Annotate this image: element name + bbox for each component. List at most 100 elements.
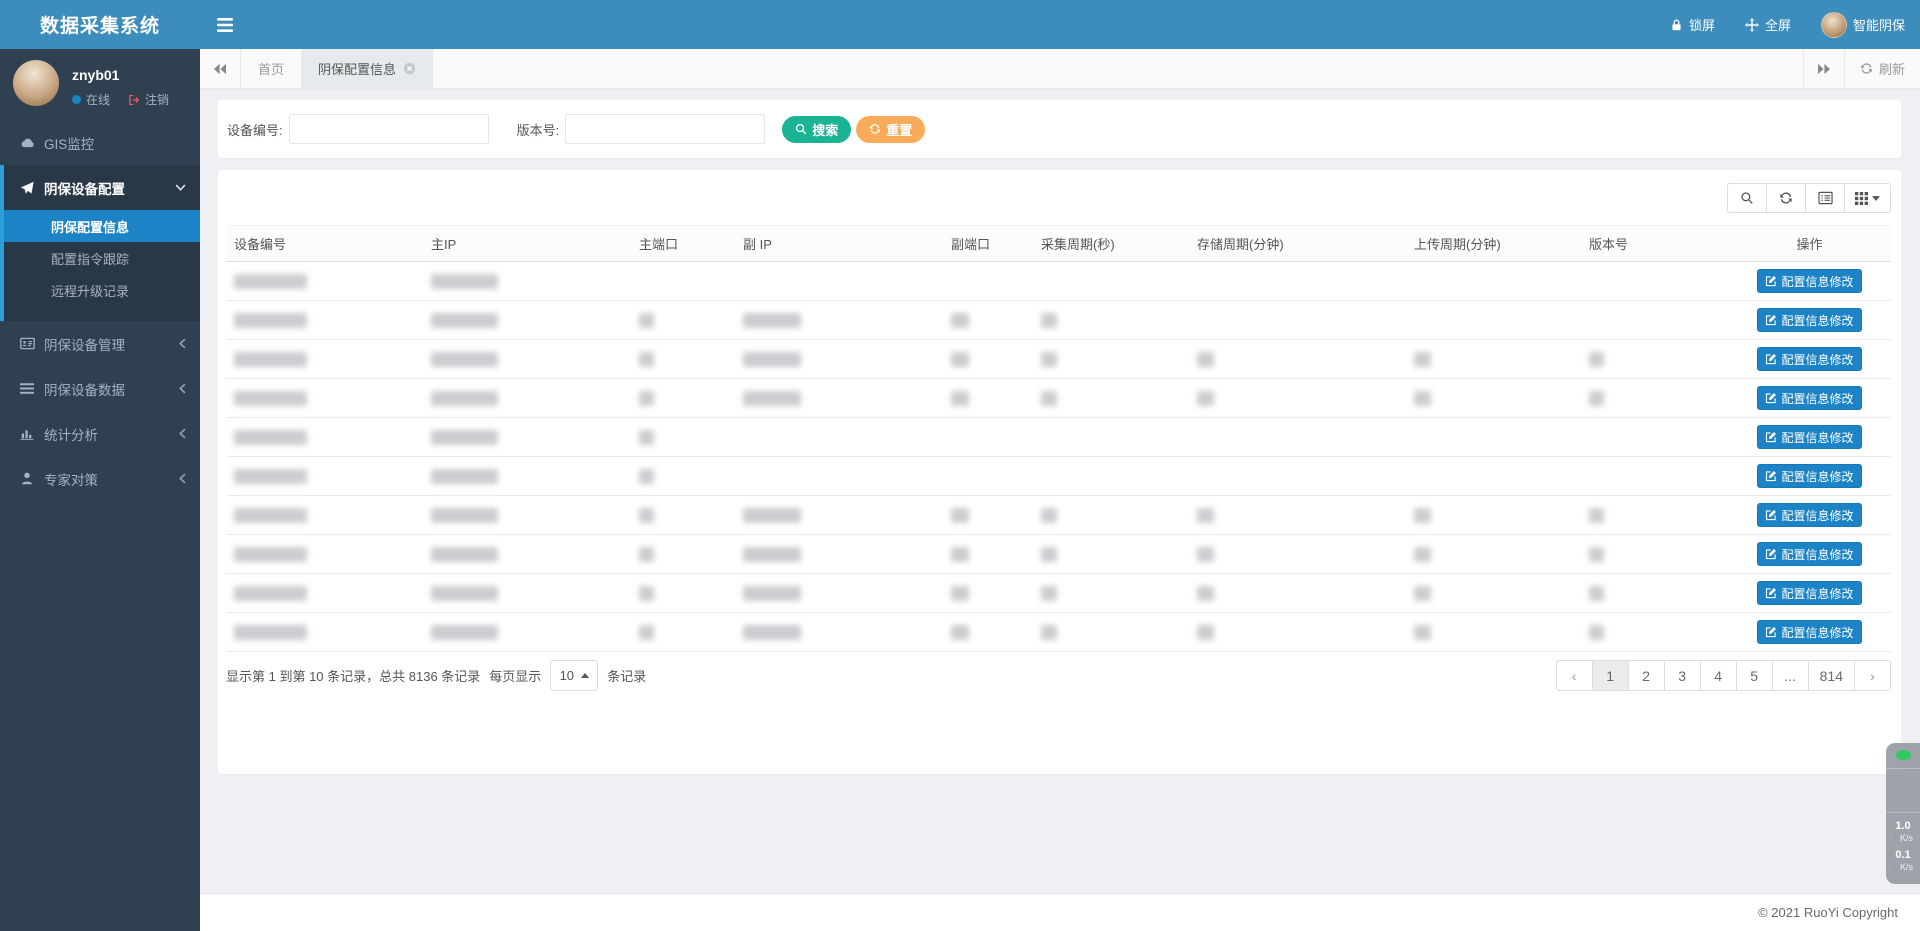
sidebar-subitem-1-2[interactable]: 远程升级记录 [4,274,200,306]
header-actions: 锁屏 全屏 智能阴保 [1655,0,1920,49]
table-cell-action: 配置信息修改 [1728,613,1891,651]
table-cell [631,457,735,495]
sidebar-toggle-button[interactable] [200,0,250,49]
double-left-arrow-icon [213,63,227,75]
page-size-select[interactable]: 10 [550,660,598,691]
main-area: 首页阴保配置信息 刷新 设备编号: 版本号: 搜索 重置 [200,49,1920,931]
table-cell [226,535,423,573]
table-cell [423,535,631,573]
table-cell [943,613,1033,651]
reset-button[interactable]: 重置 [856,116,925,143]
sidebar-item-3[interactable]: 阴保设备数据 [4,366,200,411]
tabs-scroll-left-button[interactable] [200,49,241,88]
device-number-input[interactable] [289,114,489,144]
detail-list-icon [1818,191,1833,205]
table-cell-action: 配置信息修改 [1728,457,1891,495]
table-cell [1406,574,1581,612]
table-cell [735,496,943,534]
page-button-814[interactable]: 814 [1808,660,1855,691]
sidebar-item-5[interactable]: 专家对策 [4,456,200,501]
table-cell [1581,418,1728,456]
sidebar-subitem-1-1[interactable]: 配置指令跟踪 [4,242,200,274]
page-button-...[interactable]: ... [1772,660,1809,691]
table-cell [1406,418,1581,456]
toolbar-refresh-button[interactable] [1766,183,1806,213]
data-table: 设备编号主IP主端口副 IP副端口采集周期(秒)存储周期(分钟)上传周期(分钟)… [226,225,1891,652]
tabs-scroll-right-button[interactable] [1803,49,1844,88]
redacted-cell-value [1041,313,1057,328]
tab-refresh-label: 刷新 [1879,59,1905,78]
edit-config-button[interactable]: 配置信息修改 [1757,620,1861,644]
app-logo[interactable]: 数据采集系统 [0,0,200,49]
edit-config-button[interactable]: 配置信息修改 [1757,386,1861,410]
sidebar-item-4[interactable]: 统计分析 [4,411,200,456]
redacted-cell-value [639,547,654,562]
toolbar-columns-button[interactable] [1844,183,1891,213]
tab-0[interactable]: 首页 [241,49,301,88]
toolbar-detail-view-button[interactable] [1805,183,1845,213]
table-cell [1033,574,1189,612]
edit-config-button[interactable]: 配置信息修改 [1757,425,1861,449]
reset-button-label: 重置 [886,120,912,139]
device-number-label: 设备编号: [227,120,283,139]
sidebar-item-2[interactable]: 阴保设备管理 [4,321,200,366]
redacted-cell-value [234,508,307,523]
cloud-icon [19,137,35,149]
page-button-1[interactable]: 1 [1592,660,1629,691]
edit-config-button[interactable]: 配置信息修改 [1757,581,1861,605]
lock-screen-button[interactable]: 锁屏 [1655,0,1730,49]
table-cell [226,496,423,534]
table-toolbar [1727,183,1891,213]
page-button-2[interactable]: 2 [1628,660,1665,691]
table-cell [631,379,735,417]
pagination-info: 显示第 1 到第 10 条记录，总共 8136 条记录 每页显示 10 条记录 [226,660,646,691]
table-cell [1033,418,1189,456]
fullscreen-button[interactable]: 全屏 [1730,0,1806,49]
edit-icon [1765,431,1777,443]
prev-page-button[interactable]: ‹ [1556,660,1593,691]
page-button-5[interactable]: 5 [1736,660,1773,691]
tab-label: 阴保配置信息 [318,59,396,78]
edit-config-button[interactable]: 配置信息修改 [1757,347,1861,371]
sidebar-item-1[interactable]: 阴保设备配置 [4,165,200,210]
logout-button[interactable]: 注销 [145,91,169,108]
page-button-3[interactable]: 3 [1664,660,1701,691]
user-menu[interactable]: 智能阴保 [1806,0,1920,49]
tab-refresh-button[interactable]: 刷新 [1844,49,1920,88]
tab-close-icon[interactable] [403,62,416,75]
search-button[interactable]: 搜索 [782,116,851,143]
net-speed-widget[interactable]: 1.0 ↑K/s 0.1 ↓K/s [1886,743,1920,884]
pagination-pages: ‹12345...814› [1556,660,1891,691]
sidebar-menu: GIS监控阴保设备配置阴保配置信息配置指令跟踪远程升级记录阴保设备管理阴保设备数… [0,120,200,501]
edit-config-button[interactable]: 配置信息修改 [1757,464,1861,488]
toolbar-search-button[interactable] [1727,183,1767,213]
table-cell [423,613,631,651]
table-cell [735,535,943,573]
table-cell [1189,496,1406,534]
user-avatar[interactable] [13,60,59,106]
edit-config-button[interactable]: 配置信息修改 [1757,269,1861,293]
edit-config-button[interactable]: 配置信息修改 [1757,308,1861,332]
search-panel: 设备编号: 版本号: 搜索 重置 [218,100,1901,158]
table-cell [1033,613,1189,651]
table-cell [943,340,1033,378]
version-input[interactable] [565,114,765,144]
sidebar-subitem-label: 阴保配置信息 [51,217,129,236]
table-cell [735,613,943,651]
page-button-4[interactable]: 4 [1700,660,1737,691]
redacted-cell-value [1197,586,1214,601]
table-cell [631,301,735,339]
table-cell [1581,262,1728,300]
redacted-cell-value [1041,352,1057,367]
redacted-cell-value [431,508,498,523]
redacted-cell-value [431,391,498,406]
edit-config-button[interactable]: 配置信息修改 [1757,503,1861,527]
id-card-icon [19,337,35,350]
sidebar-item-0[interactable]: GIS监控 [4,120,200,165]
next-page-button[interactable]: › [1854,660,1891,691]
redacted-cell-value [431,313,498,328]
table-cell [943,262,1033,300]
tab-1[interactable]: 阴保配置信息 [301,49,433,88]
sidebar-subitem-1-0[interactable]: 阴保配置信息 [4,210,200,242]
edit-config-button[interactable]: 配置信息修改 [1757,542,1861,566]
